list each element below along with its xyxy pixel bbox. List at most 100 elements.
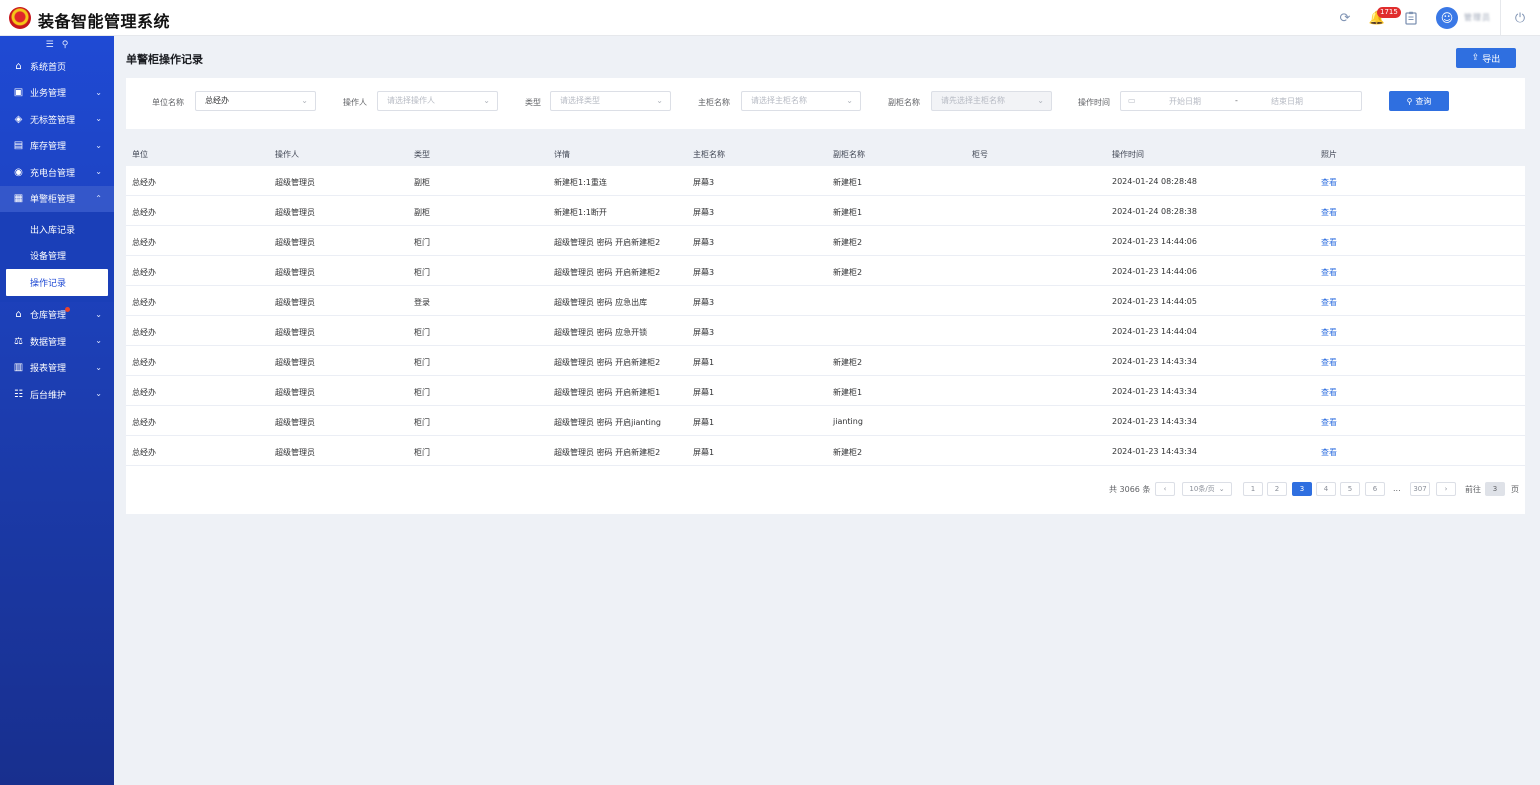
table-header: 单位 操作人 类型 详情 主柜名称 副柜名称 柜号 操作时间 照片: [126, 142, 1525, 166]
cell-type: 副柜: [414, 177, 430, 188]
unread-dot: [65, 307, 70, 312]
next-page-button[interactable]: ›: [1436, 482, 1456, 496]
search-button[interactable]: ⚲ 查询: [1389, 91, 1449, 111]
sidebar-item-maintenance[interactable]: ☷ 后台维护 ⌄: [0, 381, 114, 408]
main-cabinet-placeholder: 请选择主柜名称: [751, 96, 807, 105]
cell-detail: 超级管理员 密码 开启jianting: [554, 417, 661, 428]
refresh-icon[interactable]: ⟳: [1337, 10, 1353, 26]
goto-page-input[interactable]: 3: [1485, 482, 1505, 496]
submenu-item-device-management[interactable]: 设备管理: [0, 243, 114, 270]
sidebar-item-inventory[interactable]: ▤ 库存管理 ⌄: [0, 133, 114, 160]
page-button-6[interactable]: 6: [1365, 482, 1385, 496]
view-photo-link[interactable]: 查看: [1321, 177, 1337, 188]
view-photo-link[interactable]: 查看: [1321, 297, 1337, 308]
view-photo-link[interactable]: 查看: [1321, 267, 1337, 278]
view-photo-link[interactable]: 查看: [1321, 207, 1337, 218]
sidebar-item-label: 业务管理: [30, 86, 66, 99]
date-range-separator: -: [1235, 96, 1238, 105]
cell-type: 柜门: [414, 357, 430, 368]
cabinet-submenu: 出入库记录 设备管理 操作记录: [0, 212, 114, 302]
app-title: 装备智能管理系统: [38, 8, 170, 32]
cell-main-cabinet: 屏幕1: [693, 447, 714, 458]
goto-label: 前往: [1465, 484, 1481, 495]
sidebar-item-label: 报表管理: [30, 361, 66, 374]
cell-sub-cabinet: 新建柜2: [833, 357, 862, 368]
cell-type: 副柜: [414, 207, 430, 218]
end-date-placeholder[interactable]: 结束日期: [1271, 96, 1303, 107]
collapse-menu-icon[interactable]: ☰: [46, 40, 54, 50]
settings-icon: ☷: [12, 389, 25, 400]
cell-main-cabinet: 屏幕3: [693, 267, 714, 278]
view-photo-link[interactable]: 查看: [1321, 357, 1337, 368]
start-date-placeholder[interactable]: 开始日期: [1169, 96, 1201, 107]
cell-main-cabinet: 屏幕3: [693, 237, 714, 248]
sub-cabinet-select[interactable]: 请先选择主柜名称 ⌄: [931, 91, 1052, 111]
cell-operator: 超级管理员: [275, 357, 315, 368]
type-select[interactable]: 请选择类型 ⌄: [550, 91, 671, 111]
search-icon: ⚲: [1407, 97, 1413, 106]
sidebar-item-label: 库存管理: [30, 139, 66, 152]
sidebar-item-label: 充电台管理: [30, 166, 75, 179]
page-button-5[interactable]: 5: [1340, 482, 1360, 496]
view-photo-link[interactable]: 查看: [1321, 237, 1337, 248]
sidebar-item-label: 系统首页: [30, 60, 66, 73]
cell-type: 柜门: [414, 387, 430, 398]
sidebar-item-warehouse[interactable]: ⌂ 仓库管理 ⌄: [0, 302, 114, 329]
power-icon[interactable]: ⏻: [1512, 10, 1528, 26]
submenu-item-operation-records[interactable]: 操作记录: [6, 269, 108, 296]
search-icon[interactable]: ⚲: [62, 40, 69, 50]
page-button-2[interactable]: 2: [1267, 482, 1287, 496]
page-size-select[interactable]: 10条/页 ⌄: [1182, 482, 1232, 496]
page-ellipsis[interactable]: ...: [1393, 484, 1401, 493]
chevron-down-icon: ⌄: [1219, 485, 1225, 493]
sidebar-item-untagged[interactable]: ◈ 无标签管理 ⌄: [0, 106, 114, 133]
cell-detail: 超级管理员 密码 开启新建柜2: [554, 357, 660, 368]
notification-badge: 1715: [1377, 7, 1401, 18]
column-header-main-cabinet: 主柜名称: [693, 149, 725, 160]
total-count: 共 3066 条: [1109, 484, 1150, 495]
sidebar-toolbar: ☰ ⚲: [0, 36, 114, 53]
view-photo-link[interactable]: 查看: [1321, 417, 1337, 428]
chevron-down-icon: ⌄: [95, 389, 102, 398]
cell-type: 柜门: [414, 267, 430, 278]
table-row: 总经办超级管理员柜门超级管理员 密码 开启新建柜2屏幕3新建柜22024-01-…: [126, 226, 1525, 256]
cell-unit: 总经办: [132, 267, 156, 278]
clipboard-icon[interactable]: [1403, 10, 1419, 26]
sidebar-item-home[interactable]: ⌂ 系统首页: [0, 53, 114, 80]
briefcase-icon: ▣: [12, 87, 25, 98]
view-photo-link[interactable]: 查看: [1321, 447, 1337, 458]
page-button-last[interactable]: 307: [1410, 482, 1430, 496]
page-button-4[interactable]: 4: [1316, 482, 1336, 496]
charge-icon: ◉: [12, 167, 25, 178]
column-header-detail: 详情: [554, 149, 570, 160]
cell-operator: 超级管理员: [275, 207, 315, 218]
page-button-1[interactable]: 1: [1243, 482, 1263, 496]
date-range-picker[interactable]: ▭ 开始日期 - 结束日期: [1120, 91, 1362, 111]
unit-select[interactable]: 总经办 ⌄: [195, 91, 316, 111]
user-avatar[interactable]: ☺: [1436, 7, 1458, 29]
sidebar-item-charging[interactable]: ◉ 充电台管理 ⌄: [0, 159, 114, 186]
unit-label: 单位名称: [152, 97, 184, 108]
view-photo-link[interactable]: 查看: [1321, 327, 1337, 338]
view-photo-link[interactable]: 查看: [1321, 387, 1337, 398]
export-button[interactable]: ⇪ 导出: [1456, 48, 1516, 68]
cell-unit: 总经办: [132, 387, 156, 398]
main-cabinet-select[interactable]: 请选择主柜名称 ⌄: [741, 91, 861, 111]
cell-operator: 超级管理员: [275, 327, 315, 338]
username[interactable]: 管理员: [1464, 12, 1491, 23]
cell-operator: 超级管理员: [275, 237, 315, 248]
sub-cabinet-placeholder: 请先选择主柜名称: [941, 96, 1005, 105]
prev-page-button[interactable]: ‹: [1155, 482, 1175, 496]
sidebar-item-cabinet[interactable]: ▦ 单警柜管理 ⌃: [0, 186, 114, 213]
sidebar-item-reports[interactable]: ▥ 报表管理 ⌄: [0, 355, 114, 382]
sidebar-item-data[interactable]: ⚖ 数据管理 ⌄: [0, 328, 114, 355]
sidebar-item-business[interactable]: ▣ 业务管理 ⌄: [0, 80, 114, 107]
cell-operation-time: 2024-01-23 14:43:34: [1112, 387, 1197, 396]
chevron-down-icon: ⌄: [483, 92, 490, 110]
page-button-3[interactable]: 3: [1292, 482, 1312, 496]
operator-select[interactable]: 请选择操作人 ⌄: [377, 91, 498, 111]
table-row: 总经办超级管理员柜门超级管理员 密码 开启新建柜1屏幕1新建柜12024-01-…: [126, 376, 1525, 406]
page-suffix: 页: [1511, 484, 1519, 495]
header-divider: [1500, 0, 1501, 36]
submenu-item-inout-records[interactable]: 出入库记录: [0, 216, 114, 243]
